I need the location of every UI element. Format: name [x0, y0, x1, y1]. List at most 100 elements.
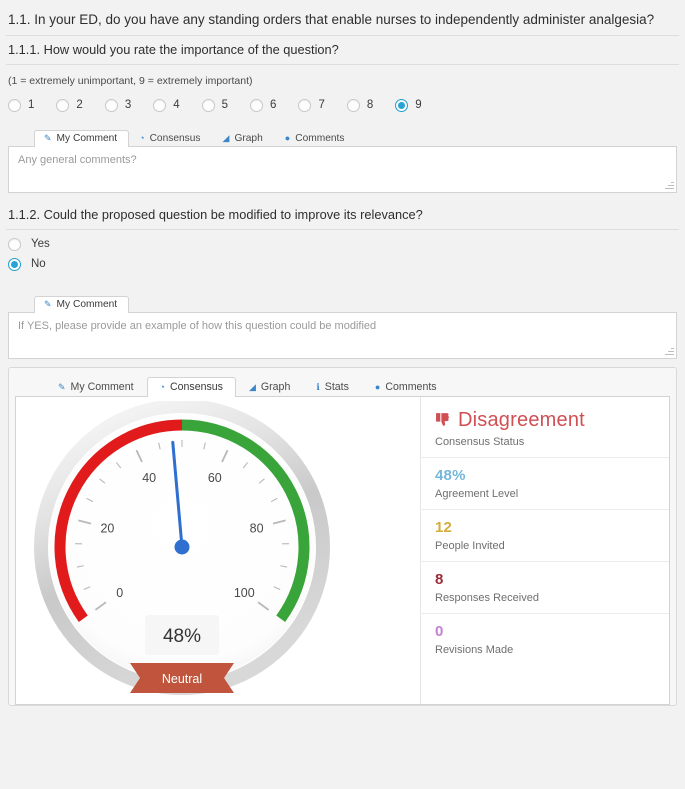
radio-label: 8	[366, 99, 374, 112]
gauge-icon: ◔	[159, 382, 165, 393]
importance-option-5[interactable]: 5	[201, 98, 229, 112]
tab-label: Comments	[295, 132, 345, 144]
tab-my-comment[interactable]: ✎ My Comment	[45, 377, 147, 397]
radio-label: Yes	[31, 238, 50, 251]
comment-icon: ●	[284, 133, 291, 144]
thumbs-down-icon	[436, 412, 449, 426]
tab-label: Graph	[234, 132, 263, 144]
gauge-value-text: 48%	[163, 626, 201, 647]
tab-my-comment[interactable]: ✎ My Comment	[34, 129, 130, 147]
radio-indicator[interactable]	[8, 237, 21, 251]
radio-indicator[interactable]	[395, 98, 409, 112]
page-title: 1.1. In your ED, do you have any standin…	[8, 12, 655, 27]
tab-label: My Comment	[70, 381, 134, 394]
stat-people-invited: 12 People Invited	[421, 510, 669, 562]
stat-label: Revisions Made	[435, 643, 514, 656]
importance-option-7[interactable]: 7	[298, 98, 325, 112]
stat-responses-received: 8 Responses Received	[421, 562, 669, 614]
tab-graph[interactable]: ◢ Graph	[236, 377, 303, 397]
resize-grip-icon[interactable]	[664, 346, 674, 356]
stat-label: People Invited	[435, 539, 505, 552]
tab-label: Consensus	[169, 381, 223, 394]
radio-indicator[interactable]	[8, 257, 21, 271]
stat-value-text: 12	[435, 518, 453, 536]
tab-stats[interactable]: ℹ Stats	[303, 377, 362, 397]
stat-value: 0	[435, 623, 669, 640]
tab-label: My Comment	[56, 298, 118, 310]
radio-indicator[interactable]	[201, 98, 215, 112]
subquestion-1-1-2-title: 1.1.2. Could the proposed question be mo…	[8, 206, 423, 222]
stat-label: Consensus Status	[435, 435, 525, 448]
gauge-tick-label: 40	[142, 471, 156, 485]
pencil-icon: ✎	[44, 133, 52, 144]
tab-my-comment[interactable]: ✎ My Comment	[34, 295, 130, 313]
importance-option-3[interactable]: 3	[104, 98, 132, 112]
consensus-badge: Neutral	[130, 662, 234, 693]
radio-label: 3	[124, 99, 132, 112]
importance-option-1[interactable]: 1	[8, 98, 35, 112]
modify-option-no[interactable]: No	[8, 257, 677, 271]
radio-indicator[interactable]	[104, 98, 118, 112]
stat-revisions-made: 0 Revisions Made	[421, 614, 669, 665]
tab-consensus[interactable]: ◔ Consensus	[129, 130, 212, 147]
importance-option-2[interactable]: 2	[56, 98, 83, 112]
radio-indicator[interactable]	[346, 98, 360, 112]
radio-label: 2	[76, 99, 83, 112]
pencil-icon: ✎	[58, 382, 66, 393]
radio-indicator[interactable]	[8, 98, 21, 112]
stat-value: 12	[435, 519, 669, 536]
radio-label: 6	[270, 99, 277, 112]
importance-option-6[interactable]: 6	[250, 98, 277, 112]
radio-label: 5	[221, 99, 229, 112]
stat-value-text: 48%	[435, 466, 466, 484]
radio-indicator[interactable]	[250, 98, 264, 112]
tab-label: My Comment	[56, 132, 118, 144]
comment-tabs-top[interactable]: ✎ My Comment ◔ Consensus ◢ Graph ● Comments	[8, 126, 677, 147]
radio-indicator[interactable]	[56, 98, 70, 112]
importance-scale-group[interactable]: 1 2 3 4 5 6 7 8 9	[0, 93, 685, 122]
stat-value: 48%	[435, 467, 669, 484]
importance-option-9[interactable]: 9	[395, 98, 422, 112]
stat-value: Disagreement	[435, 409, 669, 432]
gauge-needle-hub	[174, 539, 190, 555]
tab-consensus[interactable]: ◔ Consensus	[146, 377, 236, 397]
modification-comment-placeholder: If YES, please provide an example of how…	[18, 319, 377, 332]
info-icon: ℹ	[316, 382, 320, 393]
tab-label: Comments	[385, 381, 437, 394]
tab-graph[interactable]: ◢ Graph	[213, 130, 275, 147]
general-comment-placeholder: Any general comments?	[18, 153, 137, 166]
radio-label: 7	[318, 99, 325, 112]
consensus-panel-body: 0 20 40 60 80 100 48% Neutral Disagreement Co	[15, 396, 670, 705]
bar-chart-icon: ◢	[222, 133, 230, 144]
consensus-badge-text: Neutral	[162, 672, 202, 686]
bar-chart-icon: ◢	[248, 382, 256, 393]
survey-page: 1.1. In your ED, do you have any standin…	[0, 0, 685, 789]
modification-comment-textarea[interactable]: If YES, please provide an example of how…	[8, 312, 677, 359]
modify-option-yes[interactable]: Yes	[8, 237, 655, 251]
tab-comments[interactable]: ● Comments	[275, 130, 357, 147]
comment-tabs-mid-wrap: ✎ My Comment	[8, 292, 677, 313]
radio-label: 9	[415, 99, 422, 112]
stat-consensus-status: Disagreement Consensus Status	[421, 399, 669, 458]
radio-indicator[interactable]	[298, 98, 312, 112]
importance-option-4[interactable]: 4	[153, 98, 180, 112]
gauge-icon: ◔	[139, 133, 145, 144]
consensus-tabs[interactable]: ✎ My Comment ◔ Consensus ◢ Graph ℹ Stats ● Commen…	[15, 374, 670, 397]
modify-question-group[interactable]: Yes No	[0, 230, 685, 284]
consensus-gauge: 0 20 40 60 80 100 48% Neutral	[16, 397, 420, 704]
pencil-icon: ✎	[44, 299, 52, 310]
comment-icon: ●	[374, 382, 381, 393]
resize-grip-icon[interactable]	[664, 180, 674, 190]
general-comment-textarea[interactable]: Any general comments?	[8, 146, 677, 193]
comment-tabs-mid[interactable]: ✎ My Comment	[8, 292, 677, 313]
tab-label: Consensus	[149, 132, 201, 144]
gauge-tick-label: 0	[116, 586, 123, 600]
radio-label: 4	[173, 99, 180, 112]
importance-option-8[interactable]: 8	[346, 98, 374, 112]
tab-label: Graph	[260, 381, 291, 394]
radio-indicator[interactable]	[153, 98, 167, 112]
tab-comments[interactable]: ● Comments	[362, 377, 450, 397]
stat-label: Responses Received	[435, 591, 539, 604]
radio-label: 1	[28, 99, 35, 112]
gauge-tick-label: 20	[100, 521, 114, 535]
